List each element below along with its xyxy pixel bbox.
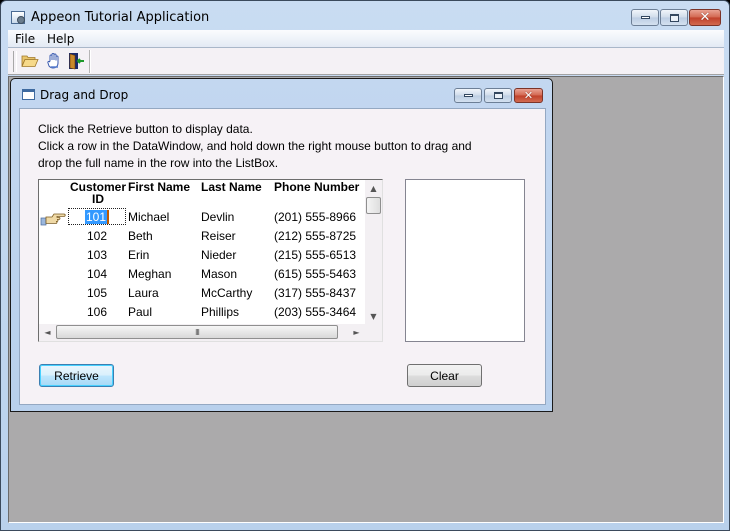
cell-first-name[interactable]: Laura: [128, 286, 159, 300]
cell-customer-id[interactable]: 106: [68, 305, 126, 319]
cell-last-name[interactable]: Devlin: [201, 210, 234, 224]
cell-phone[interactable]: (215) 555-6513: [274, 248, 356, 262]
open-folder-icon: [21, 55, 39, 67]
drag-hand-icon: [47, 53, 59, 69]
cell-customer-id[interactable]: 104: [68, 267, 126, 281]
horizontal-scroll-thumb[interactable]: III: [56, 325, 338, 339]
instruction-line: Click the Retrieve button to display dat…: [38, 122, 253, 136]
drag-drop-window: Drag and Drop ✕ Click the Retrieve butto…: [10, 78, 553, 412]
instructions-text: Click the Retrieve button to display dat…: [38, 121, 472, 172]
horizontal-scrollbar[interactable]: ◄ III ►: [39, 324, 365, 341]
app-minimize-button[interactable]: [631, 9, 659, 26]
vertical-scroll-thumb[interactable]: [366, 197, 381, 214]
header-customer-id: Customer ID: [68, 181, 128, 205]
app-icon: [11, 11, 25, 24]
minimize-icon: [463, 94, 473, 97]
exit-door-icon: [69, 53, 84, 70]
toolbar-drag-button[interactable]: [44, 52, 64, 70]
table-row[interactable]: 101 Michael Devlin (201) 555-8966: [39, 208, 365, 227]
vertical-scrollbar[interactable]: ▲ ▼: [365, 180, 382, 325]
current-row-pointer-icon: [40, 213, 66, 226]
cell-phone[interactable]: (203) 555-3464: [274, 305, 356, 319]
customer-datawindow[interactable]: Customer ID First Name Last Name Phone N…: [38, 179, 383, 342]
table-row[interactable]: 106 Paul Phillips (203) 555-3464: [39, 303, 365, 322]
cell-first-name[interactable]: Erin: [128, 248, 149, 262]
child-window-title[interactable]: Drag and Drop: [40, 88, 128, 102]
child-maximize-button[interactable]: [484, 88, 512, 103]
maximize-icon: [669, 13, 679, 22]
cell-first-name[interactable]: Beth: [128, 229, 153, 243]
app-close-button[interactable]: ✕: [689, 9, 721, 26]
menu-bar: File Help: [8, 30, 724, 48]
cell-phone[interactable]: (201) 555-8966: [274, 210, 356, 224]
cell-customer-id[interactable]: 105: [68, 286, 126, 300]
header-customer-id-line2: ID: [92, 192, 104, 206]
names-listbox[interactable]: [405, 179, 525, 342]
table-row[interactable]: 103 Erin Nieder (215) 555-6513: [39, 246, 365, 265]
child-client-area: Click the Retrieve button to display dat…: [19, 108, 546, 405]
close-icon: ✕: [699, 10, 711, 25]
cell-customer-id[interactable]: 103: [68, 248, 126, 262]
cell-last-name[interactable]: Phillips: [201, 305, 239, 319]
cell-customer-id[interactable]: 102: [68, 229, 126, 243]
menu-file[interactable]: File: [15, 32, 35, 46]
header-first-name: First Name: [128, 180, 191, 194]
cell-first-name[interactable]: Meghan: [128, 267, 171, 281]
cell-phone[interactable]: (615) 555-5463: [274, 267, 356, 281]
app-title-bar[interactable]: Appeon Tutorial Application ✕: [1, 1, 729, 31]
scroll-left-icon[interactable]: ◄: [39, 324, 56, 341]
cell-customer-id[interactable]: 101: [68, 208, 126, 225]
table-row[interactable]: 105 Laura McCarthy (317) 555-8437: [39, 284, 365, 303]
header-last-name: Last Name: [201, 180, 262, 194]
close-icon: ✕: [523, 89, 534, 102]
minimize-icon: [640, 16, 650, 19]
toolbar-exit-button[interactable]: [66, 52, 86, 70]
table-row[interactable]: 102 Beth Reiser (212) 555-8725: [39, 227, 365, 246]
instruction-line: drop the full name in the row into the L…: [38, 156, 279, 170]
table-row[interactable]: 104 Meghan Mason (615) 555-5463: [39, 265, 365, 284]
retrieve-button[interactable]: Retrieve: [39, 364, 114, 387]
child-close-button[interactable]: ✕: [514, 88, 543, 103]
toolbar-separator: [89, 50, 91, 73]
cell-phone[interactable]: (317) 555-8437: [274, 286, 356, 300]
cell-last-name[interactable]: McCarthy: [201, 286, 252, 300]
cell-customer-id-value[interactable]: 101: [84, 210, 110, 224]
cell-last-name[interactable]: Nieder: [201, 248, 236, 262]
maximize-icon: [493, 92, 503, 99]
clear-button[interactable]: Clear: [407, 364, 482, 387]
app-window: Appeon Tutorial Application ✕ File Help: [0, 0, 730, 531]
window-icon: [22, 89, 35, 100]
instruction-line: Click a row in the DataWindow, and hold …: [38, 139, 472, 153]
scroll-up-icon[interactable]: ▲: [365, 180, 382, 197]
scrollbar-corner: [365, 324, 382, 341]
cell-first-name[interactable]: Paul: [128, 305, 152, 319]
toolbar-grip[interactable]: [13, 51, 17, 72]
scroll-right-icon[interactable]: ►: [348, 324, 365, 341]
menu-help[interactable]: Help: [47, 32, 74, 46]
cell-last-name[interactable]: Mason: [201, 267, 237, 281]
app-title: Appeon Tutorial Application: [31, 10, 210, 25]
toolbar-open-button[interactable]: [20, 52, 40, 70]
toolbar: [8, 48, 724, 75]
child-minimize-button[interactable]: [454, 88, 482, 103]
app-maximize-button[interactable]: [660, 9, 688, 26]
cell-last-name[interactable]: Reiser: [201, 229, 236, 243]
cell-phone[interactable]: (212) 555-8725: [274, 229, 356, 243]
header-phone-number: Phone Number: [274, 180, 360, 194]
cell-first-name[interactable]: Michael: [128, 210, 169, 224]
scroll-down-icon[interactable]: ▼: [365, 308, 382, 325]
